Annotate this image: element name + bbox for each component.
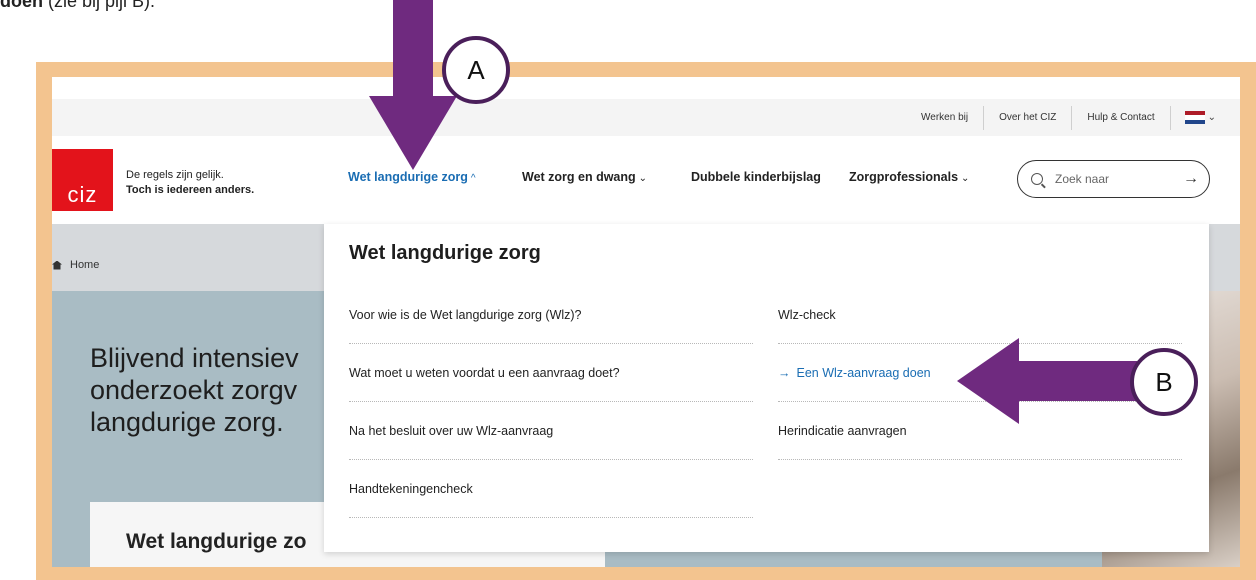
nav-wet-zorg-en-dwang[interactable]: Wet zorg en dwang ⌄ <box>522 170 647 184</box>
intro-rest: (zie bij pijl B). <box>43 0 156 11</box>
chevron-down-icon: ⌄ <box>638 173 648 184</box>
page: doen (zie bij pijl B). Werken bij Over h… <box>0 0 1256 580</box>
breadcrumb: Home <box>52 259 99 271</box>
nav-label: Wet langdurige zorg <box>348 170 468 184</box>
nav-label: Zorgprofessionals <box>849 170 959 184</box>
home-icon <box>52 260 62 270</box>
util-link-over-het-ciz[interactable]: Over het CIZ <box>983 105 1071 130</box>
tagline-line1: De regels zijn gelijk. <box>126 169 224 181</box>
nav-dubbele-kinderbijslag[interactable]: Dubbele kinderbijslag <box>691 170 821 184</box>
chevron-down-icon: ⌄ <box>961 173 970 184</box>
menu-item-voor-wie[interactable]: Voor wie is de Wet langdurige zorg (Wlz)… <box>349 286 753 344</box>
menu-item-wat-moet-u-weten[interactable]: Wat moet u weten voordat u een aanvraag … <box>349 344 753 402</box>
hero-title-line3: langdurige zorg. <box>90 407 284 437</box>
intro-bold: doen <box>0 0 43 11</box>
menu-item-label: Herindicatie aanvragen <box>778 423 907 438</box>
chevron-up-icon: ^ <box>470 173 476 184</box>
hero-title: Blijvend intensiev onderzoekt zorgv lang… <box>90 342 330 438</box>
util-link-werken-bij[interactable]: Werken bij <box>906 106 983 130</box>
site-header: ciz De regels zijn gelijk. Toch is ieder… <box>52 136 1240 224</box>
menu-item-label: Een Wlz-aanvraag doen <box>796 365 931 380</box>
menu-item-handtekeningencheck[interactable]: Handtekeningencheck <box>349 460 753 518</box>
nav-label: Wet zorg en dwang <box>522 170 636 184</box>
menu-item-label: Na het besluit over uw Wlz-aanvraag <box>349 423 554 438</box>
menu-item-herindicatie[interactable]: Herindicatie aanvragen <box>778 402 1182 460</box>
annotation-arrow-b <box>1017 361 1137 401</box>
menu-item-label: Wlz-check <box>778 307 836 322</box>
hero-box-title: Wet langdurige zo <box>126 530 307 553</box>
search-input[interactable]: Zoek naar → <box>1017 160 1210 198</box>
ciz-logo[interactable]: ciz <box>52 149 113 211</box>
arrow-right-icon[interactable]: → <box>1183 170 1199 188</box>
menu-item-label: Voor wie is de Wet langdurige zorg (Wlz)… <box>349 307 582 322</box>
tagline: De regels zijn gelijk. Toch is iedereen … <box>126 168 254 198</box>
breadcrumb-home[interactable]: Home <box>70 259 99 271</box>
menu-item-na-het-besluit[interactable]: Na het besluit over uw Wlz-aanvraag <box>349 402 753 460</box>
dutch-flag-icon <box>1184 111 1205 124</box>
menu-item-label: Wat moet u weten voordat u een aanvraag … <box>349 365 620 380</box>
nav-zorgprofessionals[interactable]: Zorgprofessionals ⌄ <box>849 170 969 184</box>
search-icon <box>1031 173 1043 185</box>
menu-item-label: Handtekeningencheck <box>349 481 473 496</box>
nav-label: Dubbele kinderbijslag <box>691 170 821 184</box>
arrow-right-icon: → <box>778 365 791 380</box>
chevron-down-icon: ⌄ <box>1207 112 1216 123</box>
intro-text: doen (zie bij pijl B). <box>0 0 155 12</box>
annotation-arrow-a <box>393 0 433 96</box>
annotation-badge-a: A <box>442 36 510 104</box>
hero-title-line2: onderzoekt zorgv <box>90 375 298 405</box>
annotation-badge-b: B <box>1130 348 1198 416</box>
language-selector[interactable]: ⌄ <box>1169 105 1216 130</box>
hero-title-line1: Blijvend intensiev <box>90 343 299 373</box>
menu-item-wlz-check[interactable]: Wlz-check <box>778 286 1182 344</box>
search-placeholder: Zoek naar <box>1055 172 1110 186</box>
utility-bar: Werken bij Over het CIZ Hulp & Contact ⌄ <box>52 99 1240 136</box>
website-screenshot: Werken bij Over het CIZ Hulp & Contact ⌄… <box>52 77 1240 567</box>
util-link-hulp-contact[interactable]: Hulp & Contact <box>1071 105 1169 130</box>
nav-wet-langdurige-zorg[interactable]: Wet langdurige zorg ^ <box>348 170 476 184</box>
mega-menu-title: Wet langdurige zorg <box>349 242 541 264</box>
tagline-line2: Toch is iedereen anders. <box>126 184 255 196</box>
